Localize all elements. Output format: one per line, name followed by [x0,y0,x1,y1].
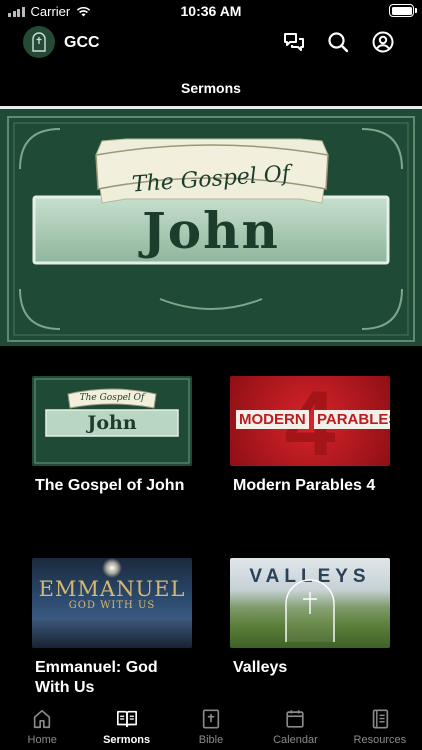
book-open-icon [116,710,137,728]
tab-label: Resources [353,734,407,746]
arch-cross-icon [285,579,335,642]
thumbnail-title: EMMANUEL [38,577,186,601]
tab-sermons[interactable]: Sermons [84,700,168,750]
sermon-card-valleys[interactable]: VALLEYS Valleys [230,558,390,678]
thumbnail-title-right: PARABLES [314,410,390,429]
thumbnail-title-left: MODERN [236,410,309,429]
tab-bible[interactable]: Bible [169,700,253,750]
city-silhouette [32,620,192,648]
bible-icon [202,709,220,729]
sermon-card-modern-parables[interactable]: 4 MODERN PARABLES Modern Parables 4 [230,376,390,496]
sermon-thumbnail: VALLEYS [230,558,390,648]
status-bar: Carrier 10:36 AM [0,0,422,22]
church-door-icon [32,32,46,52]
tab-label: Calendar [273,734,318,746]
tab-label: Sermons [103,734,151,746]
calendar-icon [286,710,305,728]
tab-bar: Home Sermons Bible Calendar Resources [0,700,422,750]
chat-icon[interactable] [282,30,306,54]
sermon-thumbnail: 4 MODERN PARABLES [230,376,390,466]
sermon-thumbnail: The Gospel Of John [32,376,192,466]
status-time: 10:36 AM [180,3,242,19]
thumbnail-title: John [87,412,137,434]
sermon-title: The Gospel of John [35,477,185,494]
account-icon[interactable] [371,30,395,54]
sermon-title: Modern Parables 4 [233,477,376,494]
featured-series-banner[interactable]: The Gospel Of John [0,106,422,346]
resources-icon [372,709,388,729]
sermon-card-gospel-of-john[interactable]: The Gospel Of John The Gospel of John [32,376,192,496]
tab-label: Bible [198,734,224,746]
tab-label: Home [27,734,57,746]
tab-home[interactable]: Home [0,700,84,750]
tab-calendar[interactable]: Calendar [253,700,337,750]
banner-title: John [142,201,280,260]
search-icon[interactable] [326,30,350,54]
sermon-title: Emmanuel: God With Us [35,659,158,696]
sermon-title: Valleys [233,659,288,676]
page-title: Sermons [181,80,241,96]
church-logo[interactable] [23,26,55,58]
sermon-thumbnail: EMMANUEL GOD WITH US [32,558,192,648]
thumbnail-subtitle: The Gospel Of [79,393,145,403]
sermon-card-emmanuel[interactable]: EMMANUEL GOD WITH US Emmanuel: God With … [32,558,192,698]
home-icon [34,709,51,729]
battery-icon [389,4,417,17]
app-name: GCC [64,34,100,51]
app-header: GCC [0,26,422,62]
thumbnail-subtitle: GOD WITH US [68,600,156,611]
star-glow [102,558,122,578]
tab-resources[interactable]: Resources [338,700,422,750]
